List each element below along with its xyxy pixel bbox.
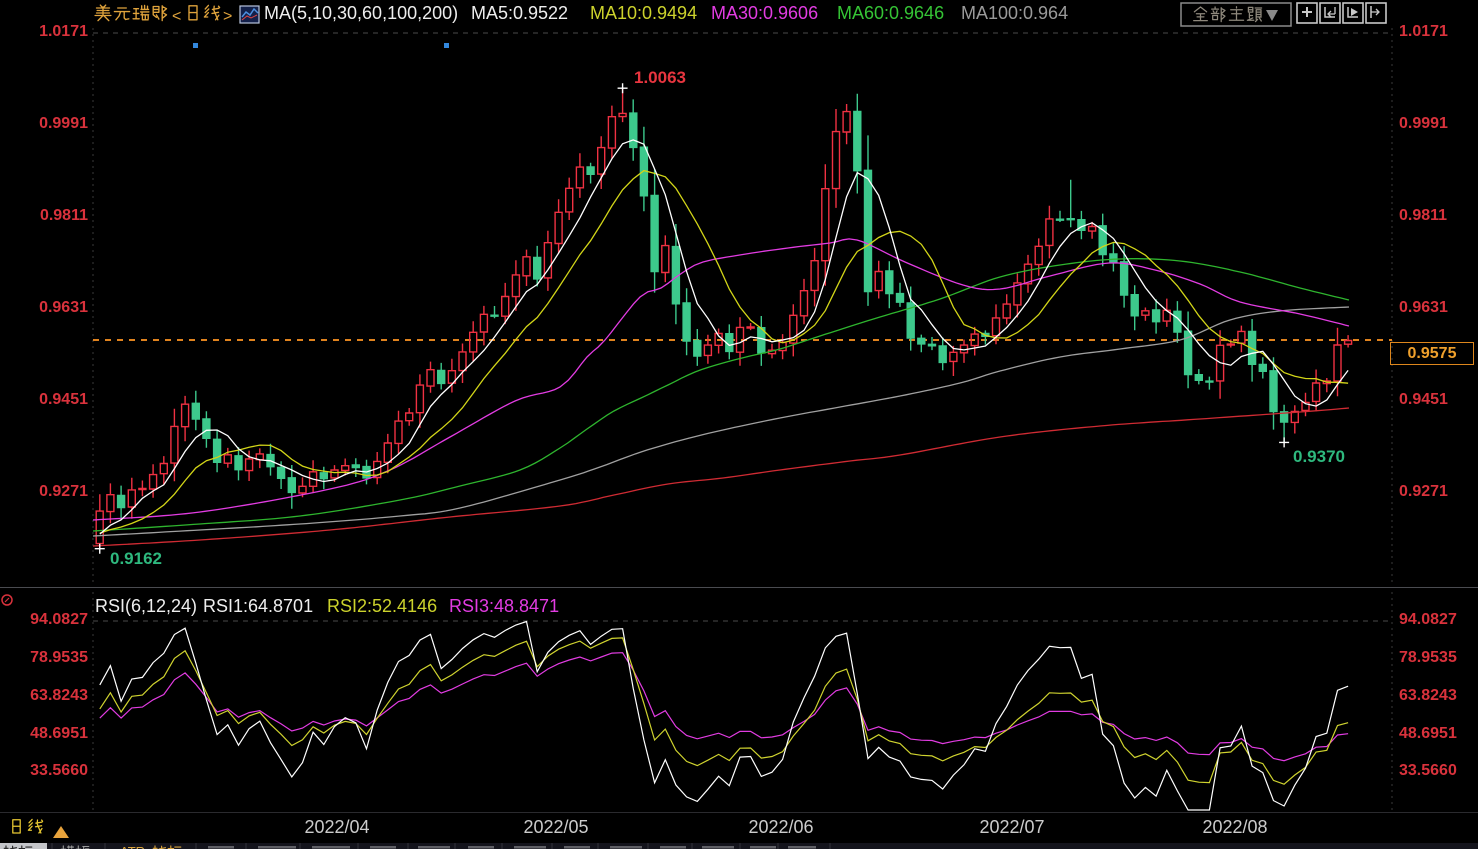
svg-text:ATR: ATR [120, 844, 145, 849]
svg-text:>: > [223, 8, 232, 25]
svg-text:<: < [172, 8, 181, 25]
